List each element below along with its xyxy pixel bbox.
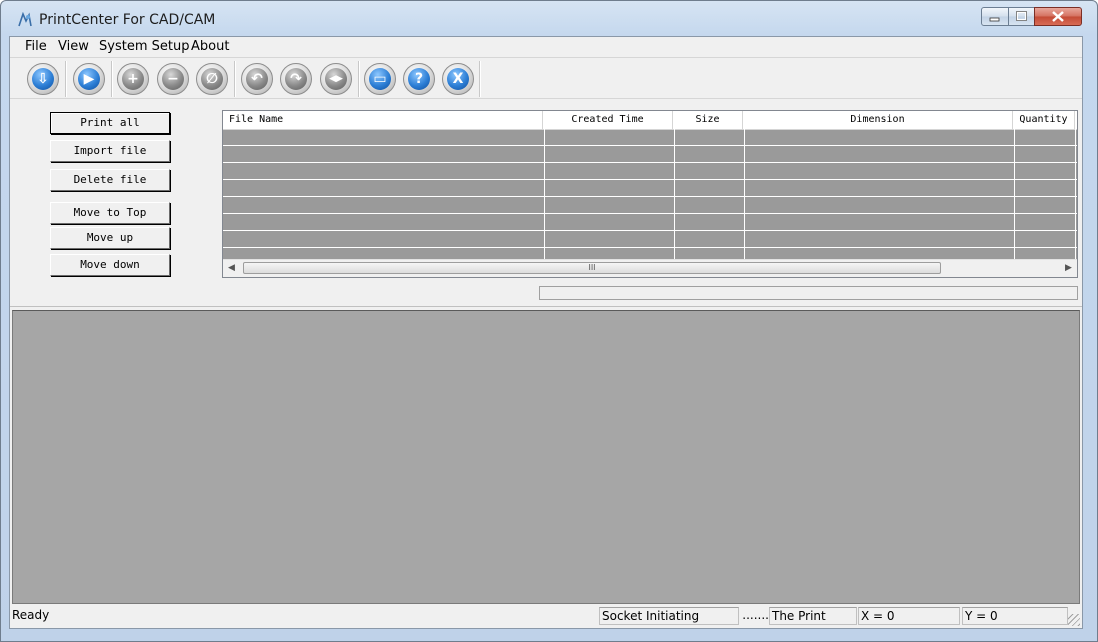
column-file-name[interactable]: File Name (223, 111, 543, 129)
column-divider (744, 129, 745, 261)
column-size[interactable]: Size (673, 111, 743, 129)
client-area: File View System Setup About ⇩ ▶ + − ∅ ↶… (9, 36, 1083, 629)
zoom-out-button[interactable]: − (157, 63, 189, 95)
toolbar-separator (111, 61, 113, 97)
minimize-button[interactable] (981, 7, 1009, 26)
resize-grip-icon[interactable] (1068, 614, 1080, 626)
print-all-button[interactable]: Print all (50, 112, 170, 134)
zoom-in-icon: + (122, 68, 144, 90)
rotate-left-button[interactable]: ↶ (241, 63, 273, 95)
move-down-button[interactable]: Move down (50, 254, 170, 276)
title-bar[interactable]: PrintCenter For CAD/CAM (1, 1, 1097, 35)
mirror-icon: ◀▶ (325, 68, 347, 90)
menu-system-setup[interactable]: System Setup (99, 39, 189, 54)
window-title: PrintCenter For CAD/CAM (39, 12, 216, 28)
horizontal-scrollbar[interactable]: ◀ III ▶ (223, 259, 1077, 277)
zoom-out-icon: − (162, 68, 184, 90)
column-divider (1075, 129, 1076, 261)
table-row[interactable] (223, 197, 1077, 214)
window-layout-icon: ▭ (369, 68, 391, 90)
move-up-button[interactable]: Move up (50, 227, 170, 249)
scroll-right-icon[interactable]: ▶ (1060, 260, 1077, 277)
toolbar-separator (234, 61, 236, 97)
help-button[interactable]: ? (403, 63, 435, 95)
status-ready: Ready (12, 608, 50, 622)
status-print: The Print (769, 607, 857, 625)
scroll-left-icon[interactable]: ◀ (223, 260, 240, 277)
column-divider (1014, 129, 1015, 261)
toolbar: ⇩ ▶ + − ∅ ↶ ↷ ◀▶ ▭ ? X (10, 57, 1082, 99)
move-to-top-button[interactable]: Move to Top (50, 202, 170, 224)
progress-bar (539, 286, 1078, 300)
file-table[interactable]: File Name Created Time Size Dimension Qu… (222, 110, 1078, 278)
menu-file[interactable]: File (25, 39, 47, 54)
status-y-coordinate: Y = 0 (962, 607, 1068, 625)
splitter[interactable] (10, 306, 1082, 307)
rotate-right-icon: ↷ (285, 68, 307, 90)
column-quantity[interactable]: Quantity (1013, 111, 1075, 129)
import-download-icon: ⇩ (32, 68, 54, 90)
menu-about[interactable]: About (191, 39, 229, 54)
toolbar-separator (479, 61, 481, 97)
table-row[interactable] (223, 129, 1077, 146)
toolbar-separator (358, 61, 360, 97)
zoom-fit-button[interactable]: ∅ (196, 63, 228, 95)
zoom-in-button[interactable]: + (117, 63, 149, 95)
menu-view[interactable]: View (58, 39, 89, 54)
exit-icon: X (447, 68, 469, 90)
mirror-button[interactable]: ◀▶ (320, 63, 352, 95)
preview-area[interactable] (12, 310, 1080, 604)
table-row[interactable] (223, 214, 1077, 231)
toolbar-separator (65, 61, 67, 97)
status-socket: Socket Initiating (599, 607, 739, 625)
column-created-time[interactable]: Created Time (543, 111, 673, 129)
zoom-fit-icon: ∅ (201, 68, 223, 90)
rotate-right-button[interactable]: ↷ (280, 63, 312, 95)
exit-button[interactable]: X (442, 63, 474, 95)
table-row[interactable] (223, 231, 1077, 248)
table-header: File Name Created Time Size Dimension Qu… (223, 111, 1077, 130)
column-divider (544, 129, 545, 261)
status-bar: Ready Socket Initiating ....... The Prin… (10, 605, 1082, 628)
column-divider (674, 129, 675, 261)
close-button[interactable] (1034, 7, 1082, 26)
help-icon: ? (408, 68, 430, 90)
table-row[interactable] (223, 180, 1077, 197)
table-row[interactable] (223, 146, 1077, 163)
table-row[interactable] (223, 163, 1077, 180)
rotate-left-icon: ↶ (246, 68, 268, 90)
delete-file-button[interactable]: Delete file (50, 169, 170, 191)
layout-button[interactable]: ▭ (364, 63, 396, 95)
print-button[interactable]: ▶ (73, 63, 105, 95)
menu-bar: File View System Setup About (10, 37, 1082, 57)
status-dots: ....... (742, 608, 769, 622)
status-x-coordinate: X = 0 (858, 607, 960, 625)
play-icon: ▶ (78, 68, 100, 90)
minimize-icon (989, 17, 1000, 22)
maximize-button[interactable] (1008, 7, 1035, 26)
column-dimension[interactable]: Dimension (743, 111, 1013, 129)
scroll-thumb[interactable]: III (243, 262, 941, 274)
app-icon (18, 12, 32, 27)
close-icon (1052, 11, 1064, 22)
app-window: PrintCenter For CAD/CAM File View System… (0, 0, 1098, 642)
maximize-icon (1016, 11, 1027, 21)
import-button[interactable]: ⇩ (27, 63, 59, 95)
import-file-button[interactable]: Import file (50, 140, 170, 162)
